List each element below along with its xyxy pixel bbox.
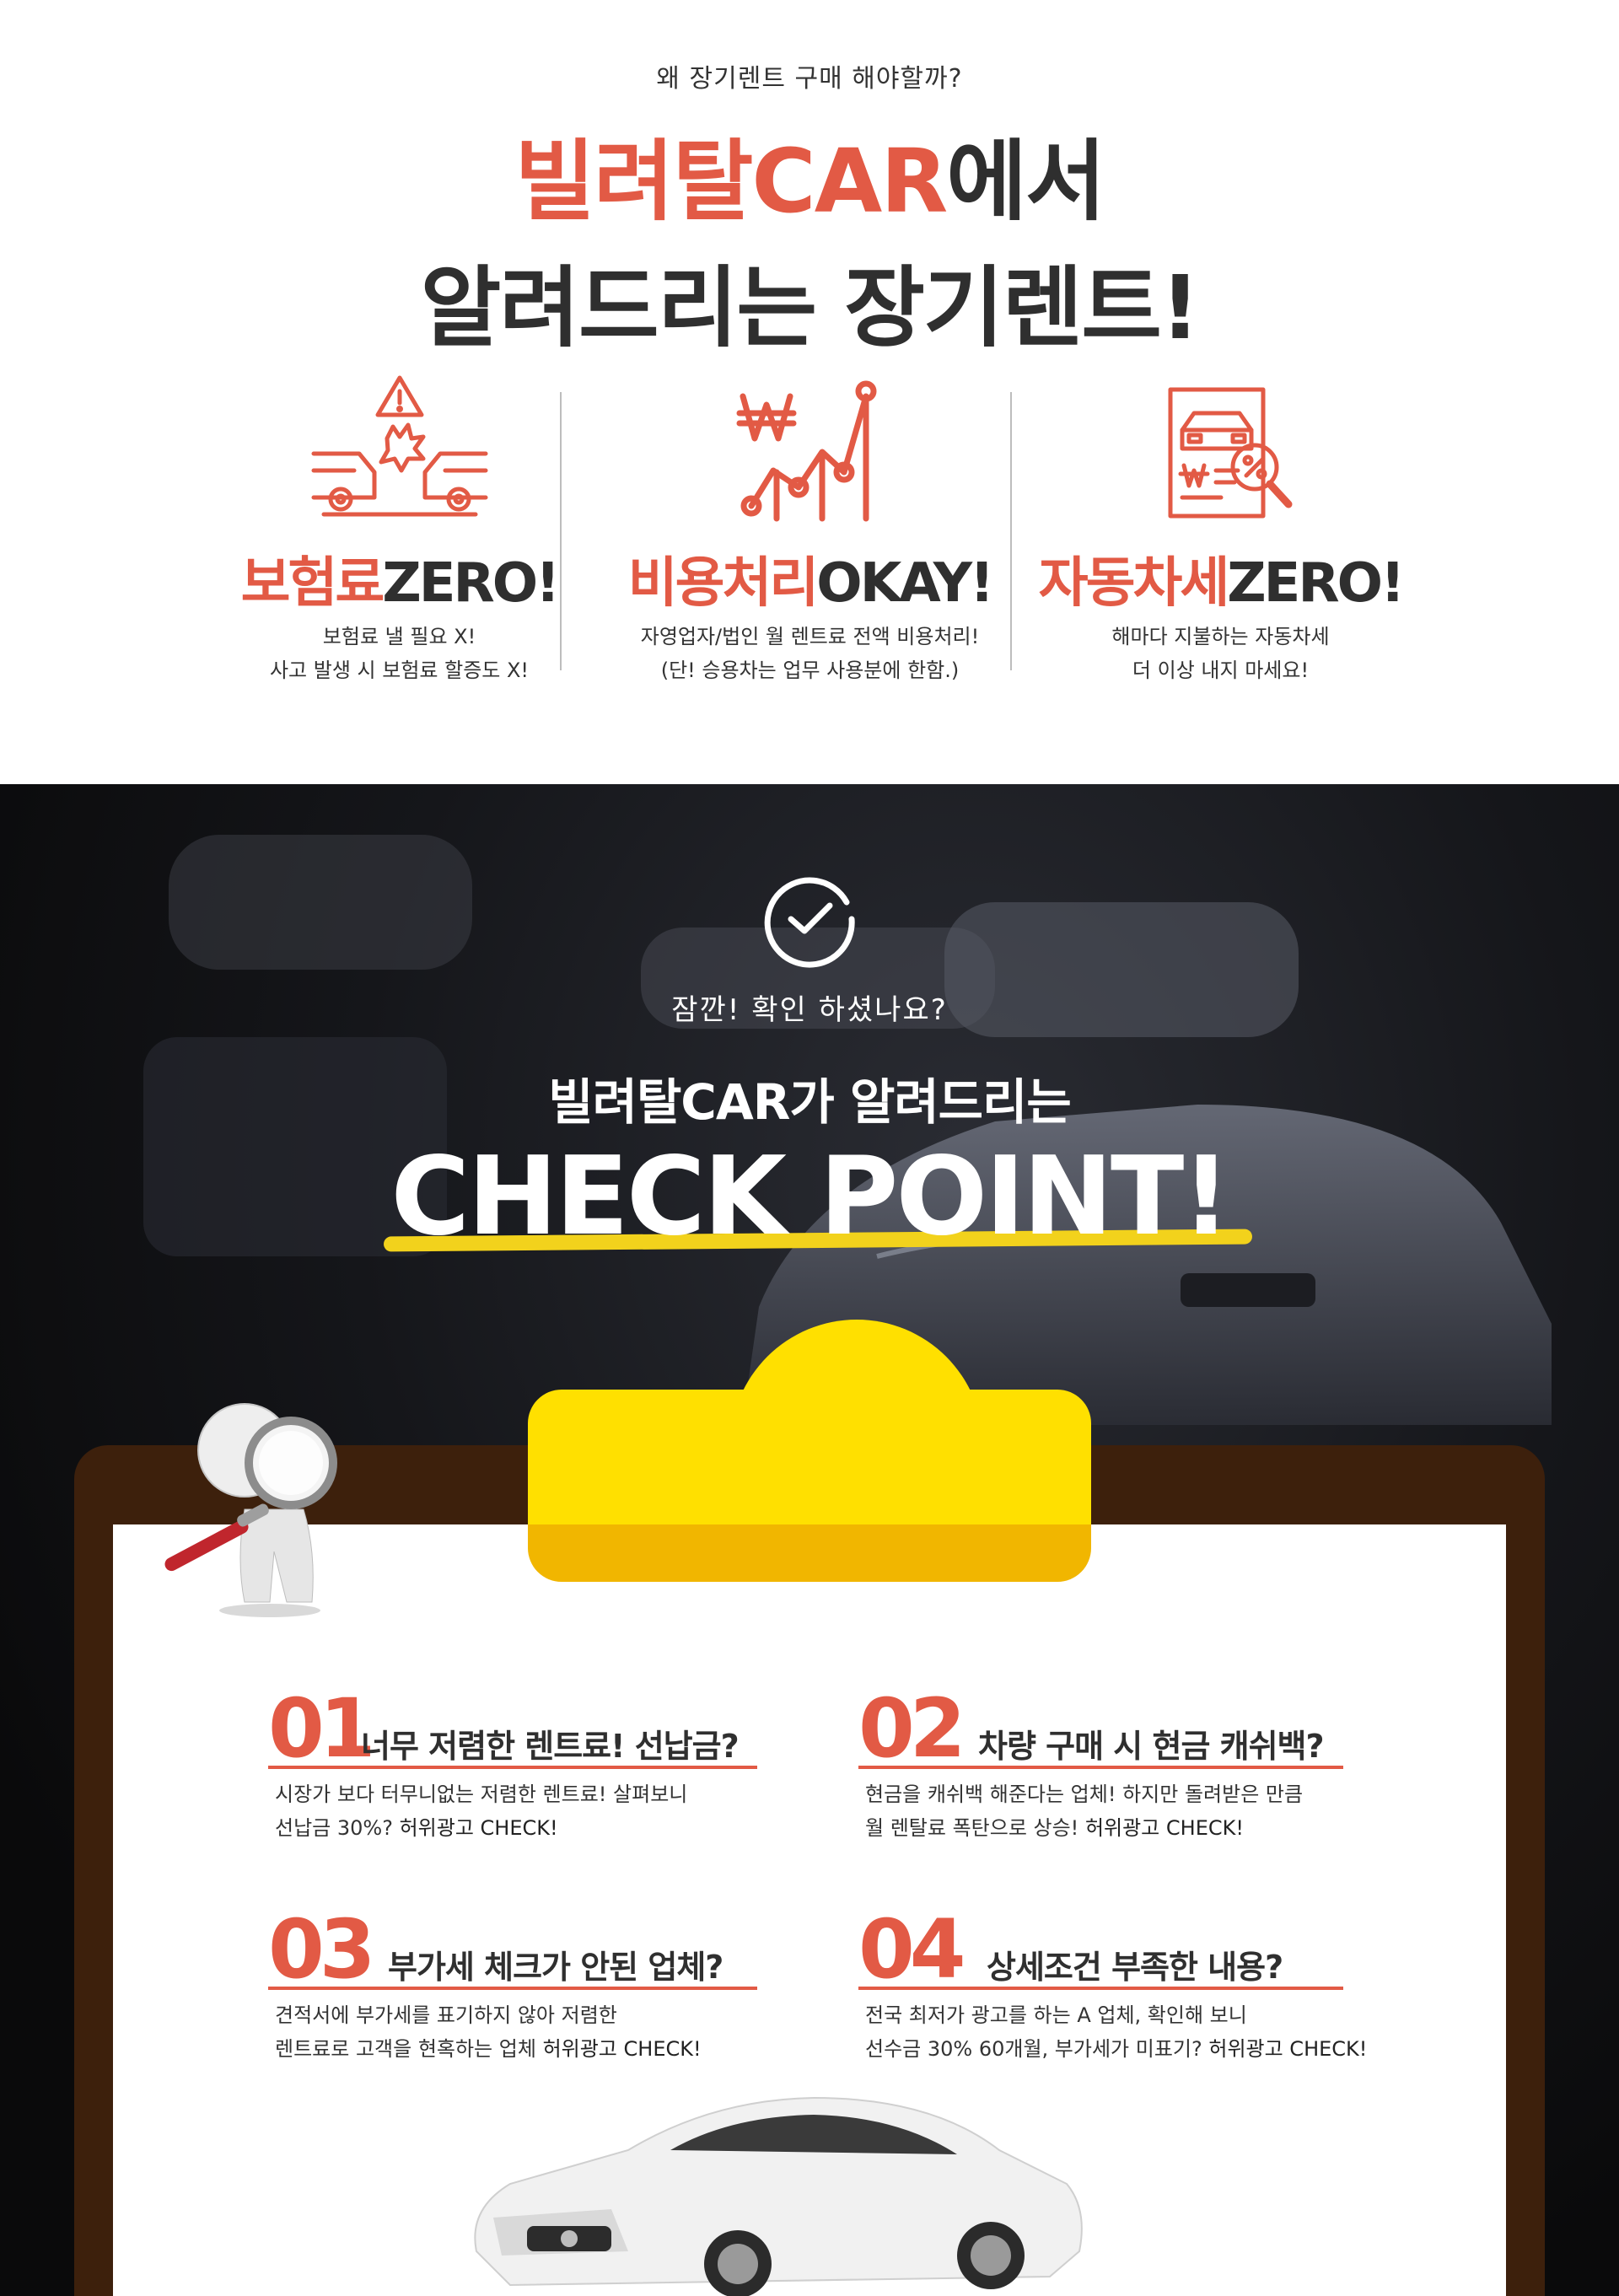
benefit-expense: 비용처리OKAY! 자영업자/법인 월 렌트료 전액 비용처리! (단! 승용차…: [605, 371, 1015, 691]
point-title: 차량 구매 시 현금 캐쉬백?: [978, 1728, 1325, 1765]
divider: [1010, 392, 1012, 670]
intro-headline: 빌려탈CAR에서 알려드리는 장기렌트!: [420, 130, 1201, 359]
point-underline: [858, 1766, 1343, 1769]
benefit-desc: 자영업자/법인 월 렌트료 전액 비용처리! (단! 승용차는 업무 사용분에 …: [640, 625, 980, 682]
clipboard-clip-body: [528, 1390, 1091, 1524]
point-underline: [268, 1766, 757, 1769]
benefit-insurance: 보험료ZERO! 보험료 낼 필요 X! 사고 발생 시 보험료 할증도 X!: [194, 371, 605, 691]
point-number: 02: [858, 1681, 966, 1776]
point-underline: [858, 1987, 1343, 1990]
point-title: 부가세 체크가 안된 업체?: [388, 1949, 723, 1986]
benefit-tax: 자동차세ZERO! 해마다 지불하는 자동차세 더 이상 내지 마세요!: [1015, 371, 1426, 691]
tax-document-icon: [1168, 387, 1292, 519]
check-question: 잠깐! 확인 하셨나요?: [671, 993, 948, 1027]
benefits-row: 보험료ZERO! 보험료 낼 필요 X! 사고 발생 시 보험료 할증도 X! …: [194, 371, 1425, 691]
car-crash-icon: [311, 375, 487, 517]
intro-section: 왜 장기렌트 구매 해야할까? 빌려탈CAR에서 알려드리는 장기렌트! 보험료…: [0, 0, 1619, 784]
check-point-section: 잠깐! 확인 하셨나요? 빌려탈CAR가 알려드리는 CHECK POINT! …: [0, 784, 1619, 2296]
benefit-title: 자동차세ZERO!: [1038, 552, 1406, 615]
intro-kicker: 왜 장기렌트 구매 해야할까?: [0, 57, 1619, 94]
point-desc: 시장가 보다 터무니없는 저렴한 렌트료! 살펴보니 선납금 30%? 허위광고…: [275, 1782, 688, 1840]
point-desc: 전국 최저가 광고를 하는 A 업체, 확인해 보니 선수금 30% 60개월,…: [865, 2003, 1368, 2061]
brand-name: 빌려탈CAR: [514, 130, 948, 233]
benefit-title: 보험료ZERO!: [240, 552, 561, 615]
point-number: 01: [268, 1681, 376, 1776]
won-chart-icon: [736, 380, 876, 522]
point-title: 너무 저렴한 렌트료! 선납금?: [361, 1728, 740, 1765]
point-underline: [268, 1987, 757, 1990]
benefit-desc: 보험료 낼 필요 X! 사고 발생 시 보험료 할증도 X!: [269, 625, 530, 682]
point-desc: 견적서에 부가세를 표기하지 않아 저렴한 렌트료로 고객을 현혹하는 업체 허…: [275, 2003, 702, 2061]
check-subhead: 빌려탈CAR가 알려드리는: [548, 1073, 1072, 1131]
magnifier-figure-image: [164, 1403, 337, 1617]
point-title: 상세조건 부족한 내용?: [987, 1949, 1283, 1986]
benefit-title: 비용처리OKAY!: [627, 552, 994, 615]
clipboard-clip-base: [528, 1524, 1091, 1582]
point-desc: 현금을 캐쉬백 해준다는 업체! 하지만 돌려받은 만큼 월 렌탈료 폭탄으로 …: [865, 1782, 1304, 1840]
divider: [560, 392, 562, 670]
check-headline: CHECK POINT!: [390, 1134, 1230, 1260]
point-number: 03: [268, 1902, 376, 1997]
check-circle-icon: [764, 877, 855, 968]
point-number: 04: [858, 1902, 966, 1997]
benefit-desc: 해마다 지불하는 자동차세 더 이상 내지 마세요!: [1111, 625, 1330, 682]
white-car-image: [474, 2096, 1083, 2296]
